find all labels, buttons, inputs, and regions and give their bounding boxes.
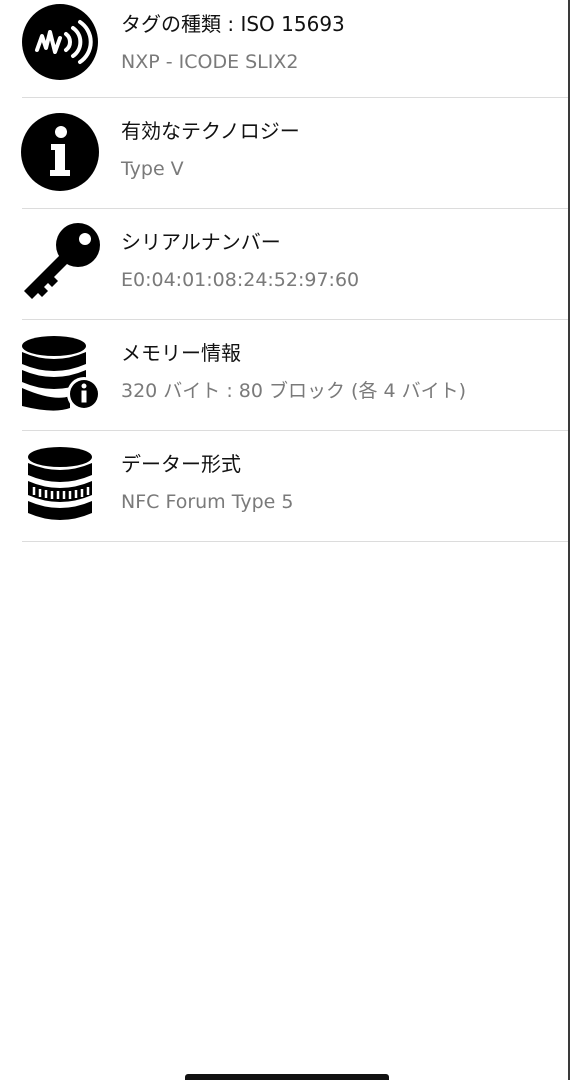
item-subtitle: E0:04:01:08:24:52:97:60 xyxy=(121,269,360,291)
list-item-tag-type[interactable]: タグの種類 : ISO 15693 NXP - ICODE SLIX2 xyxy=(0,0,568,98)
key-icon xyxy=(20,223,100,303)
screen: タグの種類 : ISO 15693 NXP - ICODE SLIX2 有効なテ… xyxy=(0,0,568,1080)
item-title: シリアルナンバー xyxy=(121,230,281,254)
item-subtitle: NXP - ICODE SLIX2 xyxy=(121,51,299,73)
nfc-waves-icon xyxy=(20,2,100,82)
list-item-data-format[interactable]: データー形式 NFC Forum Type 5 xyxy=(0,431,568,542)
item-subtitle: 320 バイト : 80 ブロック (各 4 バイト) xyxy=(121,380,467,402)
item-title: タグの種類 : ISO 15693 xyxy=(121,12,345,36)
database-icon xyxy=(20,445,100,525)
item-subtitle: NFC Forum Type 5 xyxy=(121,491,294,513)
item-subtitle: Type V xyxy=(121,158,184,180)
tag-info-list: タグの種類 : ISO 15693 NXP - ICODE SLIX2 有効なテ… xyxy=(0,0,568,542)
list-item-technology[interactable]: 有効なテクノロジー Type V xyxy=(0,98,568,209)
list-item-memory-info[interactable]: メモリー情報 320 バイト : 80 ブロック (各 4 バイト) xyxy=(0,320,568,431)
item-title: メモリー情報 xyxy=(121,341,241,365)
home-indicator[interactable] xyxy=(185,1074,389,1080)
divider xyxy=(22,541,568,542)
item-title: 有効なテクノロジー xyxy=(121,119,300,143)
info-icon xyxy=(20,112,100,192)
database-info-icon xyxy=(20,334,101,414)
list-item-serial-number[interactable]: シリアルナンバー E0:04:01:08:24:52:97:60 xyxy=(0,209,568,320)
item-title: データー形式 xyxy=(121,452,241,476)
